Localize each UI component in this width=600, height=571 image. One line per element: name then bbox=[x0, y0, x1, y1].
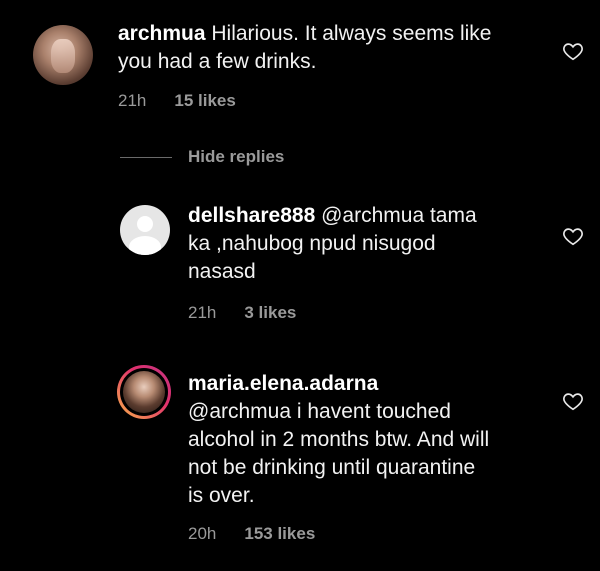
hide-replies-label: Hide replies bbox=[188, 147, 285, 166]
comment-text: dellshare888 @archmua tama ka ,nahubog n… bbox=[188, 202, 548, 286]
comment-meta: 21h 3 likes bbox=[188, 303, 296, 323]
comment-timestamp[interactable]: 21h bbox=[188, 303, 216, 322]
comment-body-line2: alcohol in 2 months btw. And will bbox=[188, 428, 490, 451]
heart-icon[interactable] bbox=[562, 390, 584, 412]
comment-likes[interactable]: 3 likes bbox=[244, 303, 296, 322]
avatar[interactable] bbox=[117, 365, 171, 419]
comment-body-line2: ka ,nahubog npud nisugod bbox=[188, 232, 436, 255]
comment-username[interactable]: dellshare888 bbox=[188, 204, 315, 227]
comment-timestamp[interactable]: 20h bbox=[188, 524, 216, 543]
comment-likes[interactable]: 153 likes bbox=[244, 524, 315, 543]
avatar[interactable] bbox=[33, 25, 93, 85]
comment-meta: 20h 153 likes bbox=[188, 524, 315, 544]
comment-likes[interactable]: 15 likes bbox=[174, 91, 235, 110]
comment-timestamp[interactable]: 21h bbox=[118, 91, 146, 110]
hide-replies-button[interactable]: Hide replies bbox=[120, 145, 284, 169]
heart-icon[interactable] bbox=[562, 225, 584, 247]
comment-body-line3: not be drinking until quarantine bbox=[188, 456, 476, 479]
comment-body: Hilarious. It always seems like bbox=[205, 22, 492, 45]
comment-username[interactable]: archmua bbox=[118, 22, 206, 45]
comment-body-line3: nasasd bbox=[188, 260, 256, 283]
divider bbox=[120, 156, 172, 158]
person-icon[interactable] bbox=[120, 205, 170, 255]
heart-icon[interactable] bbox=[562, 40, 584, 62]
comment-text: archmua Hilarious. It always seems like … bbox=[118, 20, 538, 76]
comment-body-line2: you had a few drinks. bbox=[118, 50, 317, 73]
comment-body-line4: is over. bbox=[188, 484, 255, 507]
comment-body: @archmua tama bbox=[315, 204, 477, 227]
comment-username[interactable]: maria.elena.adarna bbox=[188, 372, 378, 395]
comment-body-line1: @archmua i havent touched bbox=[188, 400, 451, 423]
comment-text: maria.elena.adarna @archmua i havent tou… bbox=[188, 370, 568, 510]
comment-meta: 21h 15 likes bbox=[118, 91, 236, 111]
